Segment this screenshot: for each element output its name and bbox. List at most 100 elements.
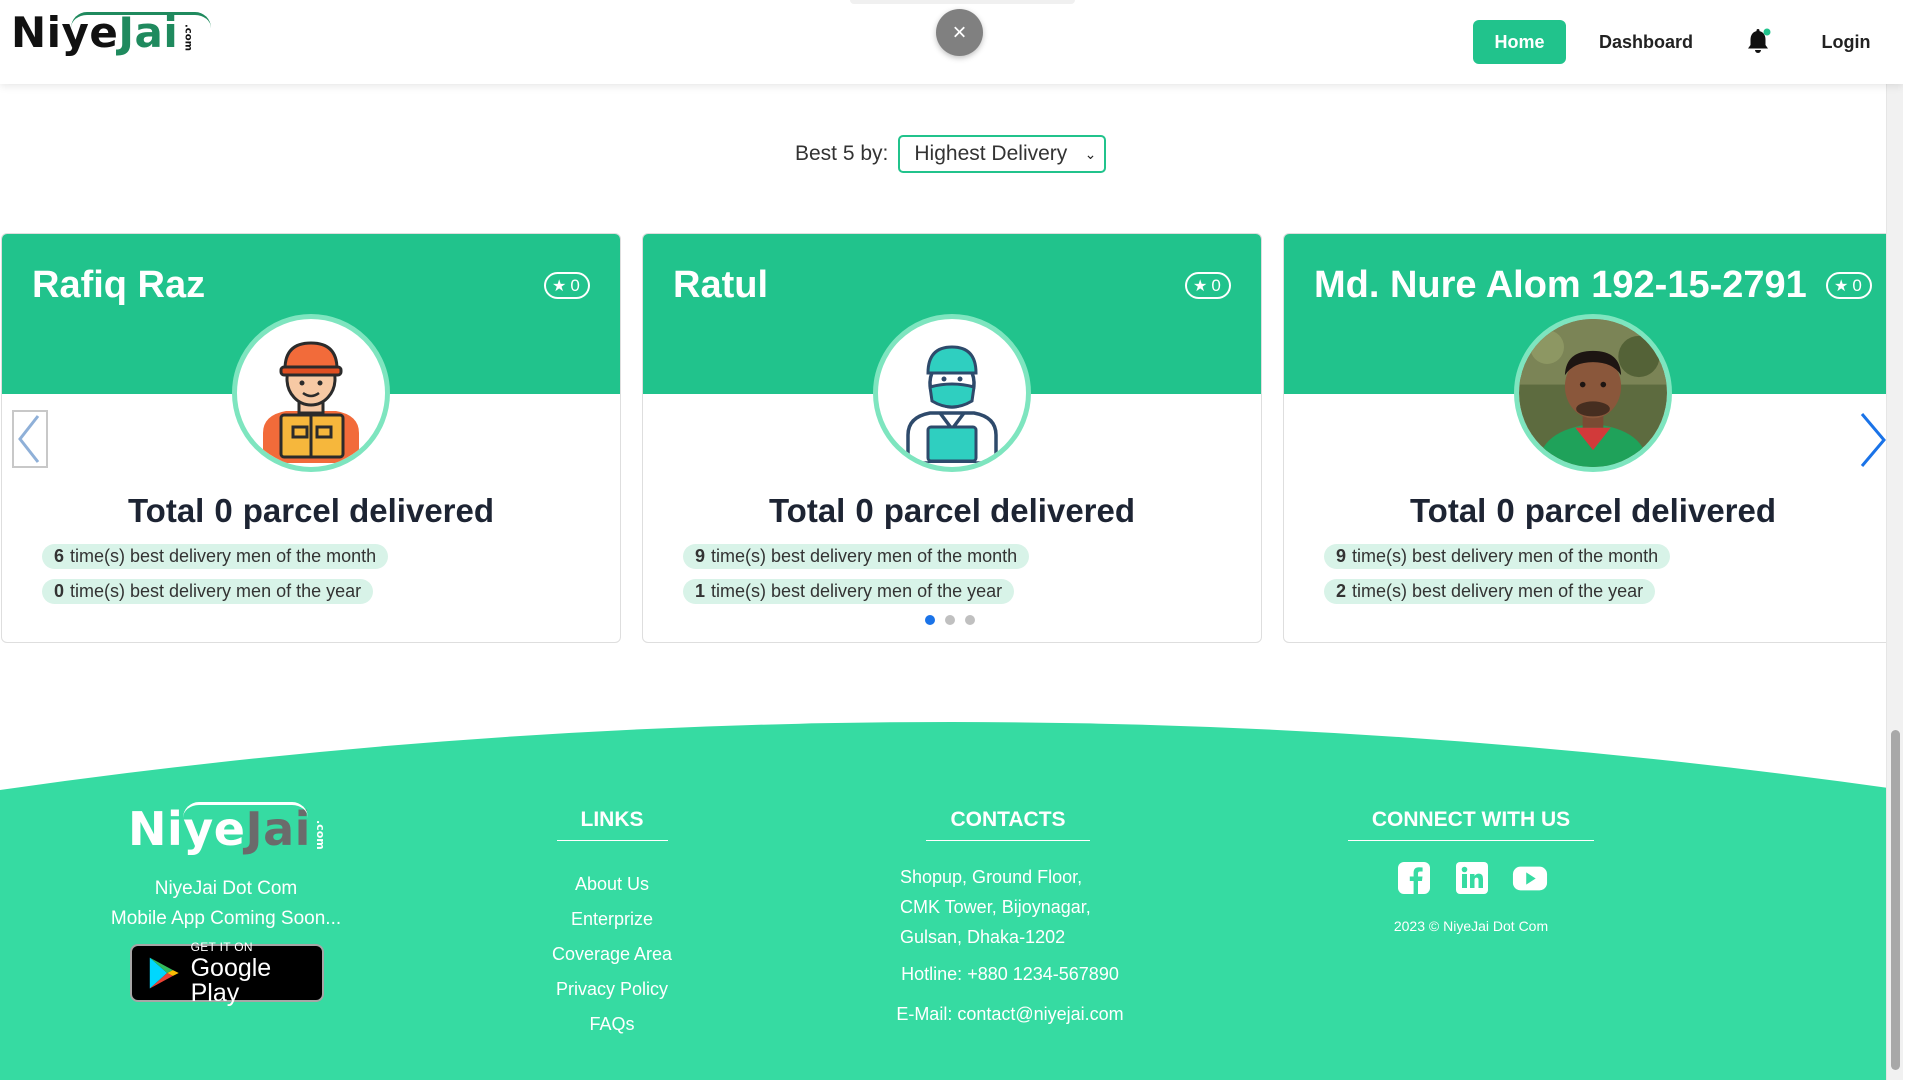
month-award-text: time(s) best delivery men of the month bbox=[1352, 546, 1659, 566]
address-line: CMK Tower, Bijoynagar, bbox=[900, 897, 1091, 917]
star-icon: ★ bbox=[1193, 277, 1208, 295]
copyright: 2023 © NiyeJai Dot Com bbox=[1393, 918, 1549, 934]
month-award-text: time(s) best delivery men of the month bbox=[711, 546, 1018, 566]
carousel-dot[interactable] bbox=[945, 615, 955, 625]
filter-label: Best 5 by: bbox=[795, 142, 889, 165]
carousel-prev-button[interactable] bbox=[12, 410, 48, 468]
contacts-heading: CONTACTS bbox=[926, 808, 1090, 841]
footer-link-about-us[interactable]: About Us bbox=[490, 874, 734, 895]
rating-value: 0 bbox=[1211, 275, 1221, 295]
year-award-count: 0 bbox=[54, 581, 65, 601]
page: NiyeJai .com Home Dashboard Login × Best… bbox=[0, 0, 1903, 1080]
nav-home-button[interactable]: Home bbox=[1473, 20, 1566, 64]
rating-badge: ★ 0 bbox=[1185, 272, 1231, 299]
footer: NiyeJai .com NiyeJai Dot Com Mobile App … bbox=[0, 722, 1903, 1080]
card-name: Rafiq Raz bbox=[32, 264, 206, 306]
carousel-dot[interactable] bbox=[925, 615, 935, 625]
total-delivered: Total 0 parcel delivered bbox=[1284, 492, 1902, 530]
month-award-count: 9 bbox=[1336, 546, 1347, 566]
brand-tagline: Mobile App Coming Soon... bbox=[110, 908, 342, 929]
total-suffix: parcel delivered bbox=[242, 492, 495, 529]
scrollbar-thumb[interactable] bbox=[1891, 730, 1900, 1070]
total-count: 0 bbox=[214, 492, 233, 529]
total-prefix: Total bbox=[127, 492, 205, 529]
total-count: 0 bbox=[855, 492, 874, 529]
youtube-icon[interactable] bbox=[1512, 860, 1548, 896]
chevron-down-icon: ⌄ bbox=[1084, 145, 1097, 162]
avatar bbox=[1514, 314, 1672, 472]
footer-link-privacy-policy[interactable]: Privacy Policy bbox=[490, 979, 734, 1000]
footer-link-faqs[interactable]: FAQs bbox=[490, 1014, 734, 1035]
avatar bbox=[232, 314, 390, 472]
contact-address: Shopup, Ground Floor, CMK Tower, Bijoyna… bbox=[900, 862, 1130, 952]
best-by-filter: Best 5 by: Highest Delivery ⌄ bbox=[795, 135, 1107, 173]
chevron-left-icon bbox=[18, 415, 40, 463]
star-icon: ★ bbox=[552, 277, 567, 295]
brand-name: NiyeJai Dot Com bbox=[154, 878, 298, 899]
rating-value: 0 bbox=[1852, 275, 1862, 295]
page-scrollbar[interactable] bbox=[1886, 0, 1903, 1080]
notification-bell-icon[interactable] bbox=[1742, 26, 1774, 58]
year-award-count: 2 bbox=[1336, 581, 1347, 601]
carousel-dot[interactable] bbox=[965, 615, 975, 625]
total-suffix: parcel delivered bbox=[883, 492, 1136, 529]
footer-logo[interactable]: NiyeJai .com bbox=[128, 802, 327, 856]
logo-swoosh bbox=[183, 802, 308, 818]
year-award-badge: 1 time(s) best delivery men of the year bbox=[683, 579, 1015, 604]
nav-login-link[interactable]: Login bbox=[1806, 20, 1886, 64]
month-award-badge: 9 time(s) best delivery men of the month bbox=[683, 544, 1030, 569]
address-line: Shopup, Ground Floor, bbox=[900, 867, 1083, 887]
footer-link-coverage-area[interactable]: Coverage Area bbox=[490, 944, 734, 965]
google-play-big-text: Google Play bbox=[190, 953, 272, 1007]
year-award-text: time(s) best delivery men of the year bbox=[1352, 581, 1644, 601]
masked-courier-illustration bbox=[906, 345, 998, 463]
total-count: 0 bbox=[1496, 492, 1515, 529]
year-award-badge: 0 time(s) best delivery men of the year bbox=[42, 579, 374, 604]
rating-badge: ★ 0 bbox=[1826, 272, 1872, 299]
year-award-count: 1 bbox=[695, 581, 706, 601]
carousel-next-button[interactable] bbox=[1852, 410, 1892, 470]
month-award-badge: 9 time(s) best delivery men of the month bbox=[1324, 544, 1671, 569]
links-section: LINKS bbox=[548, 808, 676, 841]
delivery-man-card: Ratul ★ 0 Total 0 parcel delivered 9 time(s)… bbox=[642, 233, 1262, 643]
card-name: Md. Nure Alom 192-15-2791 bbox=[1314, 264, 1807, 306]
address-line: Gulsan, Dhaka-1202 bbox=[900, 927, 1066, 947]
card-name: Ratul bbox=[673, 264, 768, 306]
top-drawer-edge bbox=[850, 0, 1075, 4]
total-suffix: parcel delivered bbox=[1524, 492, 1777, 529]
total-delivered: Total 0 parcel delivered bbox=[2, 492, 620, 530]
google-play-icon bbox=[149, 957, 179, 989]
links-heading: LINKS bbox=[556, 808, 668, 841]
best-by-select[interactable]: Highest Delivery ⌄ bbox=[898, 135, 1107, 173]
carousel-pagination bbox=[925, 615, 975, 625]
total-delivered: Total 0 parcel delivered bbox=[643, 492, 1261, 530]
logo-swoosh bbox=[71, 12, 211, 28]
year-award-text: time(s) best delivery men of the year bbox=[711, 581, 1003, 601]
logo-dotcom: .com bbox=[313, 820, 327, 850]
facebook-icon[interactable] bbox=[1396, 860, 1432, 896]
close-button[interactable]: × bbox=[936, 9, 983, 56]
delivery-man-card: Rafiq Raz ★ 0 Total 0 parcel delivered 6 tim… bbox=[1, 233, 621, 643]
avatar bbox=[873, 314, 1031, 472]
rating-value: 0 bbox=[570, 275, 580, 295]
month-award-text: time(s) best delivery men of the month bbox=[70, 546, 377, 566]
close-icon: × bbox=[952, 18, 967, 46]
footer-link-enterprize[interactable]: Enterprize bbox=[490, 909, 734, 930]
connect-section: CONNECT WITH US bbox=[1336, 808, 1606, 841]
month-award-count: 6 bbox=[54, 546, 65, 566]
contacts-section: CONTACTS bbox=[915, 808, 1101, 841]
footer-links: About Us Enterprize Coverage Area Privac… bbox=[490, 860, 734, 1035]
linkedin-icon[interactable] bbox=[1454, 860, 1490, 896]
delivery-man-illustration bbox=[263, 341, 359, 463]
contact-email[interactable]: E-Mail: contact@niyejai.com bbox=[860, 1004, 1160, 1025]
delivery-man-card: Md. Nure Alom 192-15-2791 ★ 0 Total 0 parce… bbox=[1283, 233, 1903, 643]
contact-hotline[interactable]: Hotline: +880 1234-567890 bbox=[860, 964, 1160, 985]
google-play-button[interactable]: GET IT ON Google Play bbox=[130, 941, 324, 1005]
header-logo[interactable]: NiyeJai .com bbox=[11, 8, 211, 57]
month-award-count: 9 bbox=[695, 546, 706, 566]
person-photo bbox=[1519, 319, 1667, 467]
chevron-right-icon bbox=[1860, 413, 1886, 467]
nav-dashboard-link[interactable]: Dashboard bbox=[1588, 20, 1704, 64]
year-award-text: time(s) best delivery men of the year bbox=[70, 581, 362, 601]
total-prefix: Total bbox=[768, 492, 846, 529]
